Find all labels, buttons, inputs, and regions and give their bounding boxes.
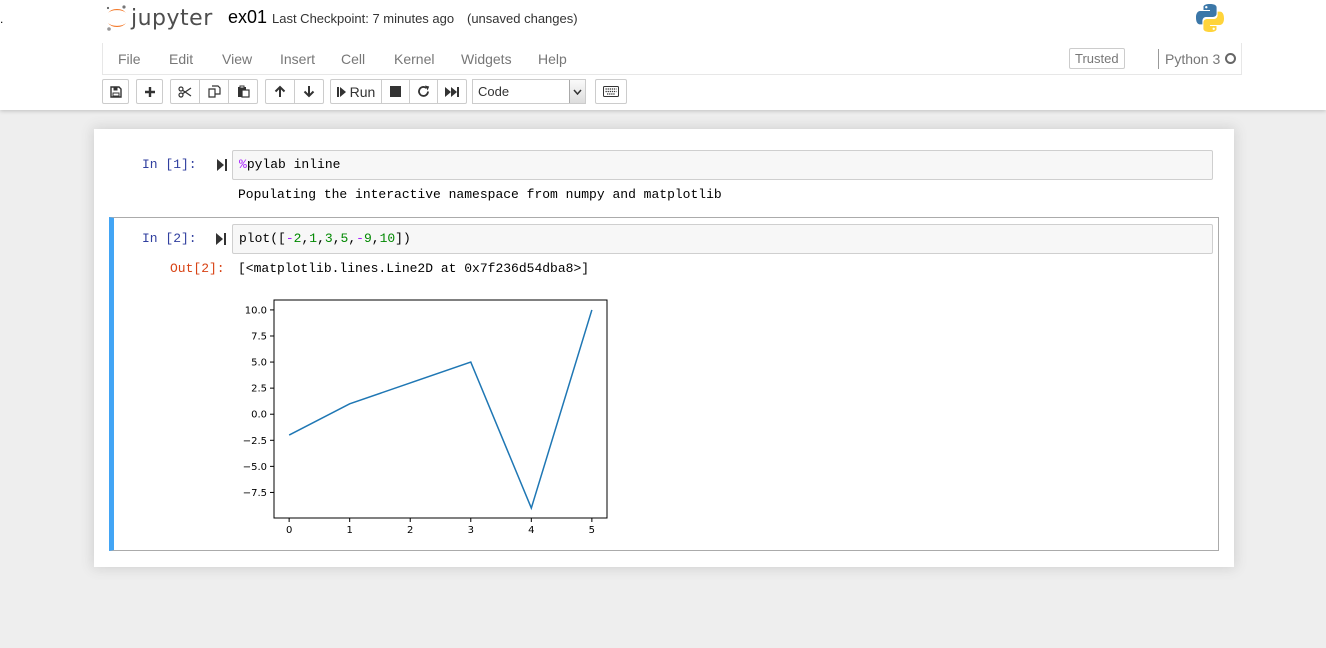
stop-icon [390, 86, 401, 97]
kernel-idle-indicator [1225, 53, 1236, 64]
cut-icon [178, 85, 192, 98]
code-token: 10 [379, 231, 396, 246]
arrow-up-icon [274, 85, 286, 97]
chevron-down-icon [569, 80, 585, 103]
jupyter-logo[interactable]: jupyter [105, 2, 213, 34]
input-prompt: In [1]: [142, 157, 197, 172]
code-token: , [371, 231, 380, 246]
menubar: File Edit View Insert Cell Kernel Widget… [102, 43, 1242, 75]
run-button[interactable]: Run [330, 79, 382, 104]
x-tick-label: 3 [468, 525, 474, 536]
x-tick-label: 0 [286, 525, 292, 536]
y-tick-label: 7.5 [251, 331, 267, 342]
menu-help[interactable]: Help [538, 51, 567, 67]
x-tick-label: 2 [407, 525, 413, 536]
move-up-button[interactable] [265, 79, 295, 104]
y-tick-label: 0.0 [251, 410, 267, 421]
kernel-separator [1158, 49, 1159, 69]
code-token: , [348, 231, 357, 246]
menu-cell[interactable]: Cell [341, 51, 365, 67]
copy-icon [207, 85, 221, 98]
x-tick-label: 5 [589, 525, 595, 536]
step-forward-icon [336, 86, 346, 97]
code-cell-2-selected[interactable]: In [2]: plot([-2,1,3,5,-9,10]) Out[2]: [… [109, 217, 1219, 551]
plus-icon [144, 86, 155, 97]
code-token: 1 [309, 231, 318, 246]
y-tick-label: 5.0 [251, 358, 267, 369]
menu-view[interactable]: View [222, 51, 252, 67]
stream-output: Populating the interactive namespace fro… [238, 187, 722, 202]
autosave-status: (unsaved changes) [467, 11, 578, 26]
paste-icon [237, 85, 250, 98]
code-token: 3 [324, 231, 333, 246]
python-logo-icon [1196, 4, 1224, 32]
cell-type-value: Code [478, 84, 510, 99]
run-label: Run [349, 83, 376, 100]
y-tick-label: 10.0 [245, 305, 267, 316]
y-tick-label: −5.0 [243, 462, 267, 473]
header: . jupyter ex01 Last Checkpoint: 7 minute… [0, 0, 1326, 110]
code-token: , [332, 231, 341, 246]
code-input[interactable]: plot([-2,1,3,5,-9,10]) [232, 224, 1213, 254]
code-token: , [317, 231, 325, 246]
paste-button[interactable] [228, 79, 258, 104]
code-token: plot([ [239, 231, 286, 246]
restart-run-all-button[interactable] [437, 79, 467, 104]
save-button[interactable] [102, 79, 129, 104]
menu-edit[interactable]: Edit [169, 51, 193, 67]
keyboard-icon [603, 86, 619, 97]
y-tick-label: −2.5 [243, 436, 267, 447]
line-chart: 0 1 2 3 4 5 10.0 7.5 5.0 2.5 0.0 −2.5 −5.0 −7.5 [243, 299, 608, 536]
code-text: plot([-2,1,3,5,-9,10]) [239, 231, 411, 246]
move-down-button[interactable] [294, 79, 324, 104]
y-tick-label: 2.5 [251, 384, 267, 395]
interrupt-button[interactable] [381, 79, 410, 104]
notebook-container: In [1]: %pylab inline Populating the int… [94, 129, 1234, 567]
fast-forward-icon [445, 86, 459, 97]
insert-cell-button[interactable] [136, 79, 163, 104]
code-token: 9 [363, 231, 372, 246]
code-token: - [356, 231, 364, 246]
output-prompt: Out[2]: [170, 261, 225, 276]
code-token: ]) [395, 231, 411, 246]
menu-file[interactable]: File [118, 51, 141, 67]
jupyter-logo-text: jupyter [131, 5, 213, 31]
command-palette-button[interactable] [595, 79, 627, 104]
input-prompt: In [2]: [142, 231, 197, 246]
trusted-indicator[interactable]: Trusted [1069, 48, 1125, 69]
execute-result-output: [<matplotlib.lines.Line2D at 0x7f236d54d… [238, 261, 590, 276]
code-text: %pylab inline [239, 157, 340, 172]
menu-kernel[interactable]: Kernel [394, 51, 434, 67]
kernel-name[interactable]: Python 3 [1165, 51, 1220, 67]
menu-widgets[interactable]: Widgets [461, 51, 512, 67]
x-tick-label: 1 [346, 525, 352, 536]
menu-insert[interactable]: Insert [280, 51, 315, 67]
code-token: pylab inline [246, 157, 341, 172]
save-icon [109, 85, 122, 98]
copy-button[interactable] [199, 79, 229, 104]
code-input[interactable]: %pylab inline [232, 150, 1213, 180]
x-tick-label: 4 [528, 525, 534, 536]
plot-frame [273, 299, 608, 519]
notebook-name[interactable]: ex01 [228, 7, 267, 28]
arrow-down-icon [303, 86, 315, 98]
cut-button[interactable] [170, 79, 200, 104]
jupyter-logo-icon [106, 5, 126, 31]
step-forward-icon[interactable] [216, 233, 226, 245]
refresh-icon [418, 85, 430, 97]
restart-button[interactable] [409, 79, 438, 104]
code-token: % [239, 157, 247, 172]
last-checkpoint: Last Checkpoint: 7 minutes ago [272, 11, 455, 26]
cell-type-select[interactable]: Code [472, 79, 586, 104]
code-token: - [285, 231, 294, 246]
y-tick-label: −7.5 [243, 488, 267, 499]
step-forward-icon[interactable] [217, 159, 227, 171]
